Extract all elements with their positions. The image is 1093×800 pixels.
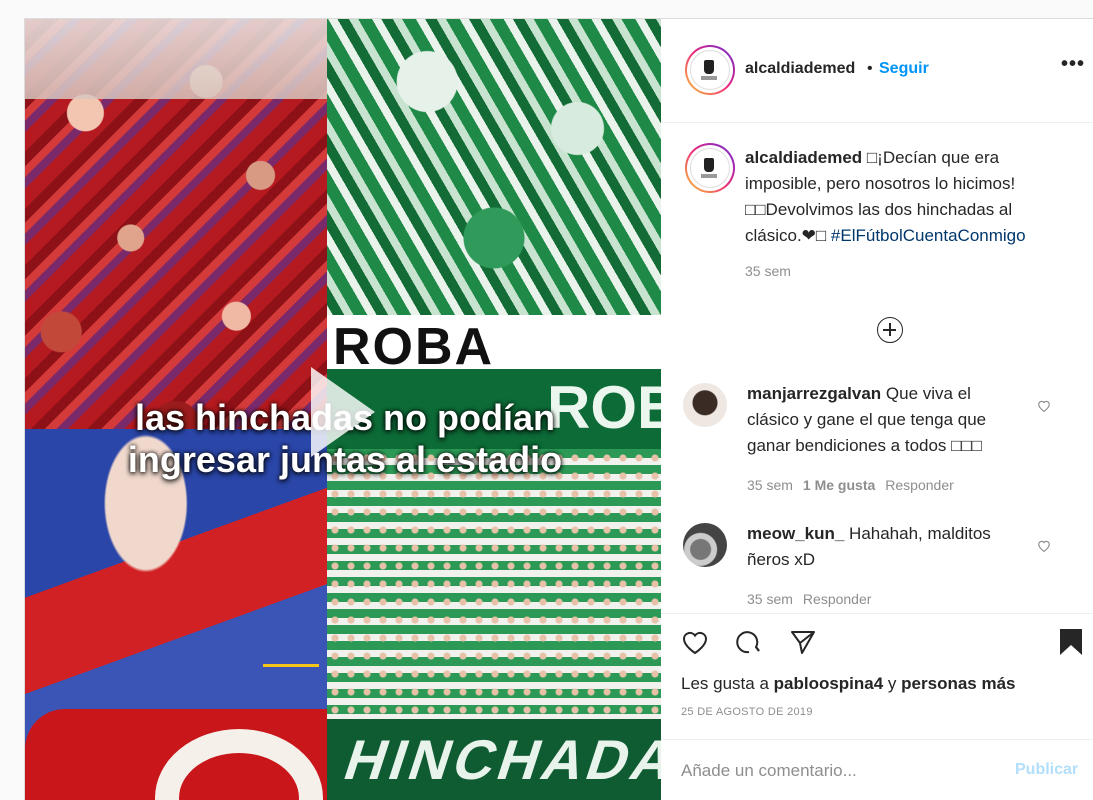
caption-avatar[interactable] [685,143,735,193]
comment-meta: 35 sem 1 Me gusta Responder [747,477,964,493]
likes-prefix: Les gusta a [681,674,774,693]
post-video[interactable]: ROBA ROBI HINCHADA las hinchadas no podí… [25,19,661,800]
more-icon[interactable]: ••• [1061,53,1085,76]
header-username[interactable]: alcaldiademed [745,60,855,78]
add-comment-bar: Publicar [661,739,1093,800]
comment-text: meow_kun_ Hahahah, malditos ñeros xD [747,521,1027,573]
comment-meta: 35 sem Responder [747,591,881,607]
caption-timestamp[interactable]: 35 sem [745,263,791,279]
comment-icon[interactable] [735,628,763,656]
caption-text: alcaldiademed □¡Decían que era imposible… [745,145,1055,249]
post-header: alcaldiademed • Seguir ••• [661,19,1093,123]
likes-user[interactable]: pabloospina4 [774,674,884,693]
likes-summary: Les gusta a pabloospina4 y personas más [681,674,1016,694]
publish-button[interactable]: Publicar [1015,761,1078,779]
comment-likes[interactable]: 1 Me gusta [803,477,875,493]
likes-middle: y [883,674,902,693]
comment-time[interactable]: 35 sem [747,591,793,607]
post-date[interactable]: 25 DE AGOSTO DE 2019 [681,706,813,718]
banner-text-bottom: HINCHADA [336,728,661,791]
comment-time[interactable]: 35 sem [747,477,793,493]
share-icon[interactable] [789,628,817,656]
post-side-panel: alcaldiademed • Seguir ••• alcaldiademed… [661,19,1093,800]
heart-icon[interactable] [1037,399,1051,412]
reply-button[interactable]: Responder [885,477,954,493]
comment-avatar[interactable] [683,523,727,567]
add-circle-icon[interactable] [877,317,903,343]
play-icon[interactable] [311,367,375,457]
post-container: ROBA ROBI HINCHADA las hinchadas no podí… [24,18,1093,800]
follow-button[interactable]: Seguir [879,60,929,78]
caption-hashtag[interactable]: #ElFútbolCuentaConmigo [831,226,1026,245]
heart-icon[interactable] [681,628,709,656]
post-actions: Les gusta a pabloospina4 y personas más … [661,613,1093,739]
comment-username[interactable]: meow_kun_ [747,524,844,543]
comment-username[interactable]: manjarrezgalvan [747,384,881,403]
avatar[interactable] [685,45,735,95]
comment-avatar[interactable] [683,383,727,427]
video-progress-indicator [263,664,319,667]
comment-text: manjarrezgalvan Que viva el clásico y ga… [747,381,1027,459]
likes-others[interactable]: personas más [901,674,1015,693]
caption-username[interactable]: alcaldiademed [745,148,862,167]
comment-input[interactable] [681,758,1001,784]
reply-button[interactable]: Responder [803,591,872,607]
bookmark-icon[interactable] [1057,628,1085,656]
heart-icon[interactable] [1037,539,1051,552]
header-separator: • [867,60,873,77]
